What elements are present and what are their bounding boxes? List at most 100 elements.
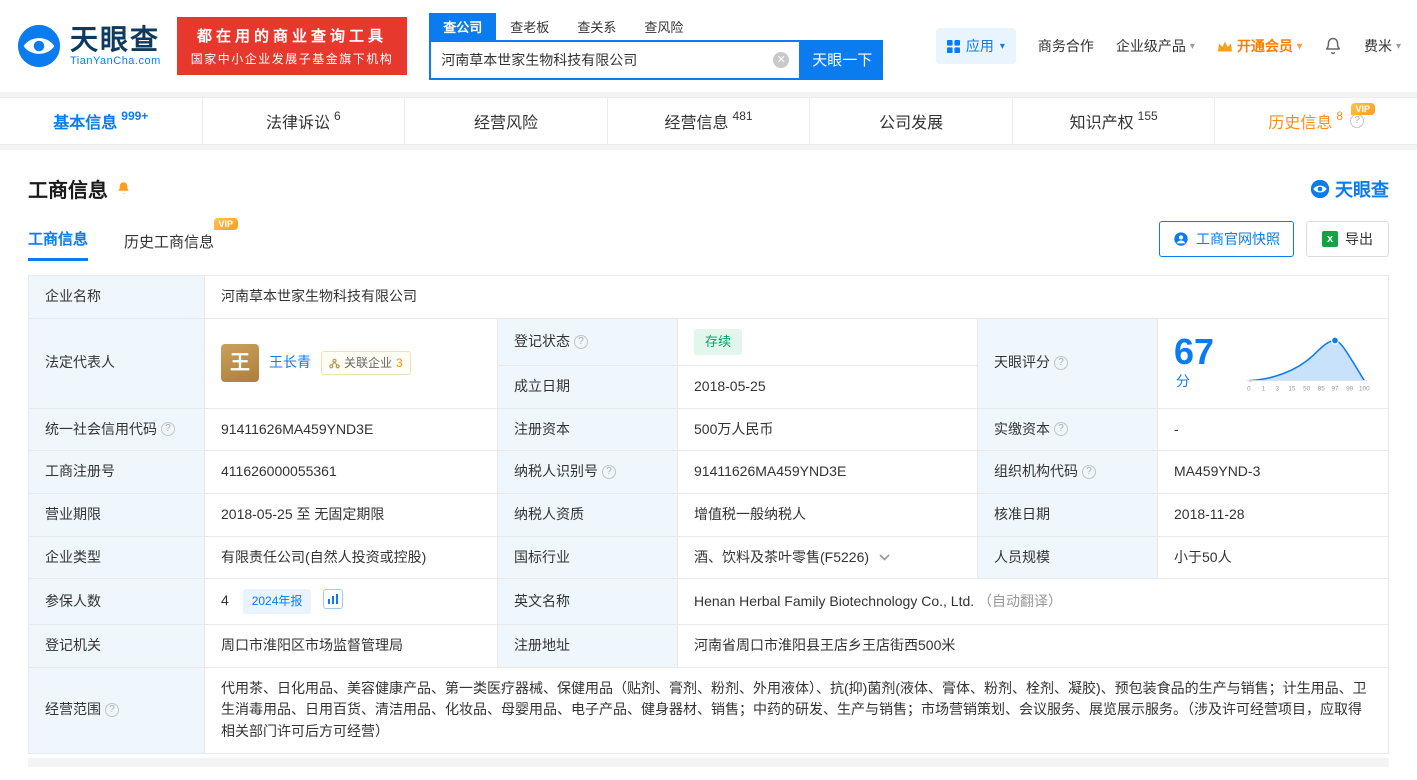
info-icon[interactable]: ? xyxy=(602,465,616,479)
chevron-down-icon: ▾ xyxy=(1396,41,1401,52)
tab-label: 历史信息 xyxy=(1268,109,1332,133)
tab-label: 经营风险 xyxy=(474,109,538,133)
company-name-label: 企业名称 xyxy=(29,276,205,319)
grid-icon xyxy=(947,40,960,53)
table-row: 企业名称 河南草本世家生物科技有限公司 xyxy=(29,276,1389,319)
top-header: 天眼查 TianYanCha.com 都在用的商业查询工具 国家中小企业发展子基… xyxy=(0,0,1417,92)
info-icon[interactable]: ? xyxy=(105,703,119,717)
main-content: 工商信息 天眼查 工商信息 VIP 历史工商信息 xyxy=(0,174,1417,767)
staff-size-label: 人员规模 xyxy=(978,536,1158,579)
svg-text:100: 100 xyxy=(1359,385,1370,392)
reg-number-value: 411626000055361 xyxy=(205,451,498,494)
tianyancha-logo[interactable]: 天眼查 TianYanCha.com xyxy=(16,23,161,69)
company-name-value: 河南草本世家生物科技有限公司 xyxy=(205,276,1389,319)
insured-count-value: 4 xyxy=(221,592,229,608)
avatar[interactable]: 王 xyxy=(221,344,259,382)
svg-text:1: 1 xyxy=(1262,385,1266,392)
reg-authority-value: 周口市淮阳区市场监督管理局 xyxy=(205,624,498,667)
search-tab-risk[interactable]: 查风险 xyxy=(630,13,697,40)
search-input[interactable] xyxy=(431,52,773,68)
business-scope-label: 经营范围 xyxy=(45,699,101,721)
info-icon[interactable]: ? xyxy=(1082,465,1096,479)
content-watermark-logo: 天眼查 xyxy=(1310,176,1389,202)
related-companies-badge[interactable]: 关联企业 3 xyxy=(321,351,411,376)
reg-authority-label: 登记机关 xyxy=(29,624,205,667)
svg-text:15: 15 xyxy=(1288,385,1296,392)
tab-basic-info[interactable]: 基本信息 999+ xyxy=(0,98,203,144)
tab-legal-proceedings[interactable]: 法律诉讼 6 xyxy=(203,98,406,144)
industry-value: 酒、饮料及茶叶零售(F5226) xyxy=(694,549,869,565)
business-cooperation-link[interactable]: 商务合作 xyxy=(1038,36,1094,56)
user-menu[interactable]: 费米 ▾ xyxy=(1364,36,1401,56)
staff-size-value: 小于50人 xyxy=(1158,536,1389,579)
english-name-value: Henan Herbal Family Biotechnology Co., L… xyxy=(694,593,974,609)
search-box: ✕ xyxy=(429,40,801,80)
address-label: 注册地址 xyxy=(498,624,678,667)
business-scope-value: 代用茶、日化用品、美容健康产品、第一类医疗器械、保健用品（贴剂、膏剂、粉剂、外用… xyxy=(205,667,1389,753)
taxpayer-id-label-cell: 纳税人识别号 ? xyxy=(498,451,678,494)
promo-banner-line1: 都在用的商业查询工具 xyxy=(191,25,394,46)
vip-badge: VIP xyxy=(214,218,239,230)
industry-cell: 酒、饮料及茶叶零售(F5226) xyxy=(678,536,978,579)
annual-report-icon[interactable] xyxy=(323,589,343,609)
tab-company-development[interactable]: 公司发展 xyxy=(810,98,1013,144)
enterprise-products-label: 企业级产品 xyxy=(1116,36,1186,56)
reg-status-cell: 存续 xyxy=(678,318,978,365)
info-icon[interactable]: ? xyxy=(161,422,175,436)
taxpayer-quality-label: 纳税人资质 xyxy=(498,493,678,536)
subtab-business-registration[interactable]: 工商信息 xyxy=(28,228,88,261)
taxpayer-id-label: 纳税人识别号 xyxy=(514,461,598,483)
score-value: 67 xyxy=(1174,331,1214,372)
score-label-cell: 天眼评分 ? xyxy=(978,318,1158,408)
establish-date-label: 成立日期 xyxy=(498,365,678,408)
tab-intellectual-property[interactable]: 知识产权 155 xyxy=(1013,98,1216,144)
legal-rep-cell: 王 王长青 关联企业 3 xyxy=(205,318,498,408)
legal-rep-link[interactable]: 王长青 xyxy=(269,352,311,374)
tab-business-info[interactable]: 经营信息 481 xyxy=(608,98,811,144)
tab-label: 知识产权 xyxy=(1070,109,1134,133)
subscribe-bell-icon[interactable] xyxy=(116,181,131,196)
info-icon[interactable]: ? xyxy=(1054,422,1068,436)
svg-text:99: 99 xyxy=(1346,385,1354,392)
taxpayer-quality-value: 增值税一般纳税人 xyxy=(678,493,978,536)
info-icon[interactable]: ? xyxy=(574,335,588,349)
status-badge: 存续 xyxy=(694,329,742,355)
credit-code-value: 91411626MA459YND3E xyxy=(205,408,498,451)
apps-menu[interactable]: 应用 ▾ xyxy=(936,28,1016,64)
svg-text:0: 0 xyxy=(1247,385,1251,392)
search-button[interactable]: 天眼一下 xyxy=(801,40,883,80)
svg-text:97: 97 xyxy=(1331,385,1339,392)
search-tab-relation[interactable]: 查关系 xyxy=(563,13,630,40)
subtab-history-registration[interactable]: VIP 历史工商信息 xyxy=(124,231,214,261)
notifications-bell-icon[interactable] xyxy=(1324,37,1342,55)
company-type-label: 企业类型 xyxy=(29,536,205,579)
clear-search-icon[interactable]: ✕ xyxy=(773,52,789,68)
chevron-down-icon[interactable] xyxy=(879,554,890,561)
info-icon[interactable]: ? xyxy=(1350,114,1364,128)
tab-operational-risk[interactable]: 经营风险 xyxy=(405,98,608,144)
annual-report-badge[interactable]: 2024年报 xyxy=(243,589,312,614)
english-name-label: 英文名称 xyxy=(498,579,678,625)
paid-capital-label-cell: 实缴资本 ? xyxy=(978,408,1158,451)
promo-banner-line2: 国家中小企业发展子基金旗下机构 xyxy=(191,50,394,67)
search-tab-boss[interactable]: 查老板 xyxy=(496,13,563,40)
snapshot-button-label: 工商官网快照 xyxy=(1196,229,1280,249)
tab-history-info[interactable]: VIP 历史信息 8 ? xyxy=(1215,98,1417,144)
table-row: 统一社会信用代码 ? 91411626MA459YND3E 注册资本 500万人… xyxy=(29,408,1389,451)
reg-status-label: 登记状态 xyxy=(514,331,570,353)
search-area: 查公司 查老板 查关系 查风险 ✕ 天眼一下 xyxy=(429,13,883,80)
official-snapshot-button[interactable]: 工商官网快照 xyxy=(1159,221,1294,257)
export-button[interactable]: x 导出 xyxy=(1306,221,1389,257)
credit-code-label: 统一社会信用代码 xyxy=(45,419,157,441)
table-row: 企业类型 有限责任公司(自然人投资或控股) 国标行业 酒、饮料及茶叶零售(F52… xyxy=(29,536,1389,579)
vip-upgrade-menu[interactable]: 开通会员 ▾ xyxy=(1217,36,1302,56)
legal-rep-label: 法定代表人 xyxy=(29,318,205,408)
logo-domain: TianYanCha.com xyxy=(70,55,161,67)
search-tab-company[interactable]: 查公司 xyxy=(429,13,496,40)
footer-strip xyxy=(28,758,1389,767)
business-term-label: 营业期限 xyxy=(29,493,205,536)
related-label: 关联企业 xyxy=(344,354,392,373)
insured-count-cell: 4 2024年报 xyxy=(205,579,498,625)
info-icon[interactable]: ? xyxy=(1054,356,1068,370)
enterprise-products-menu[interactable]: 企业级产品 ▾ xyxy=(1116,36,1195,56)
